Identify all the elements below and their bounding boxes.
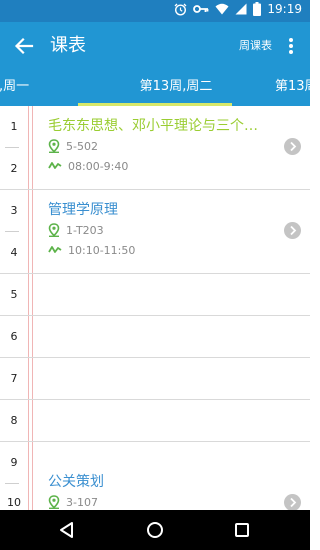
course-time: 10:10-11:50 <box>68 243 136 257</box>
course-time: 08:00-9:40 <box>68 159 129 173</box>
period-number: 10 <box>7 496 21 509</box>
timetable[interactable]: 1 2 3 4 5 6 7 8 9 10 毛东东思想、邓小平理论与三个… 5-5… <box>0 106 310 510</box>
row-divider <box>0 315 310 316</box>
location-pin-icon <box>48 223 60 237</box>
course-name: 毛东东思想、邓小平理论与三个… <box>48 118 258 134</box>
slot-divider <box>5 231 19 232</box>
more-vert-icon[interactable] <box>286 34 296 58</box>
nav-bar <box>0 510 310 550</box>
tab-previous-day[interactable]: 周,周一 <box>0 70 29 106</box>
course-room-row: 5-502 <box>48 136 288 156</box>
period-number: 3 <box>10 204 18 217</box>
chevron-right-icon[interactable] <box>284 222 301 239</box>
course-name: 公关策划 <box>48 474 104 490</box>
course-time-row: 08:00-9:40 <box>48 156 288 176</box>
page-title: 课表 <box>50 35 86 56</box>
row-divider <box>0 189 310 190</box>
day-tabs: 周,周一 第13周,周二 第13周 <box>0 70 310 106</box>
home-circle-icon[interactable] <box>145 520 165 540</box>
status-time: 19:19 <box>267 2 302 16</box>
battery-icon <box>253 2 262 16</box>
row-divider <box>0 357 310 358</box>
course-room: 5-502 <box>66 139 98 153</box>
tab-next-day[interactable]: 第13周 <box>275 70 310 106</box>
tab-current-day[interactable]: 第13周,周二 <box>120 70 232 106</box>
time-wave-icon <box>48 162 62 169</box>
period-number: 7 <box>10 372 18 385</box>
period-number: 2 <box>10 162 18 175</box>
period-number: 9 <box>10 456 18 469</box>
time-wave-icon <box>48 246 62 253</box>
wifi-icon <box>215 3 229 15</box>
course-card[interactable]: 毛东东思想、邓小平理论与三个… 5-502 08:00-9:40 <box>48 116 288 176</box>
course-room: 1-T203 <box>66 223 104 237</box>
slot-divider <box>5 147 19 148</box>
back-triangle-icon[interactable] <box>57 520 77 540</box>
row-divider <box>0 273 310 274</box>
course-name: 管理学原理 <box>48 202 118 218</box>
app-bar: 课表 周课表 <box>0 22 310 70</box>
period-number: 1 <box>10 120 18 133</box>
period-number: 5 <box>10 288 18 301</box>
back-arrow-icon[interactable] <box>12 34 36 58</box>
period-number: 6 <box>10 330 18 343</box>
row-divider <box>0 441 310 442</box>
course-card[interactable]: 管理学原理 1-T203 10:10-11:50 <box>48 200 288 260</box>
location-pin-icon <box>48 139 60 153</box>
course-room-row: 3-107 <box>48 492 288 510</box>
row-divider <box>0 399 310 400</box>
course-card[interactable]: 公关策划 3-107 <box>48 472 288 510</box>
course-room-row: 1-T203 <box>48 220 288 240</box>
chevron-right-icon[interactable] <box>284 138 301 155</box>
margin-line <box>28 106 29 510</box>
week-schedule-button[interactable]: 周课表 <box>239 38 272 54</box>
period-number: 8 <box>10 414 18 427</box>
slot-divider <box>5 483 19 484</box>
location-pin-icon <box>48 495 60 509</box>
recents-square-icon[interactable] <box>232 520 252 540</box>
course-room: 3-107 <box>66 495 98 509</box>
chevron-right-icon[interactable] <box>284 494 301 510</box>
signal-icon <box>235 3 247 15</box>
course-time-row: 10:10-11:50 <box>48 240 288 260</box>
alarm-icon <box>174 3 187 16</box>
period-number: 4 <box>10 246 18 259</box>
margin-line <box>32 106 33 510</box>
vpn-key-icon <box>193 5 209 13</box>
status-bar: 19:19 <box>0 0 310 22</box>
